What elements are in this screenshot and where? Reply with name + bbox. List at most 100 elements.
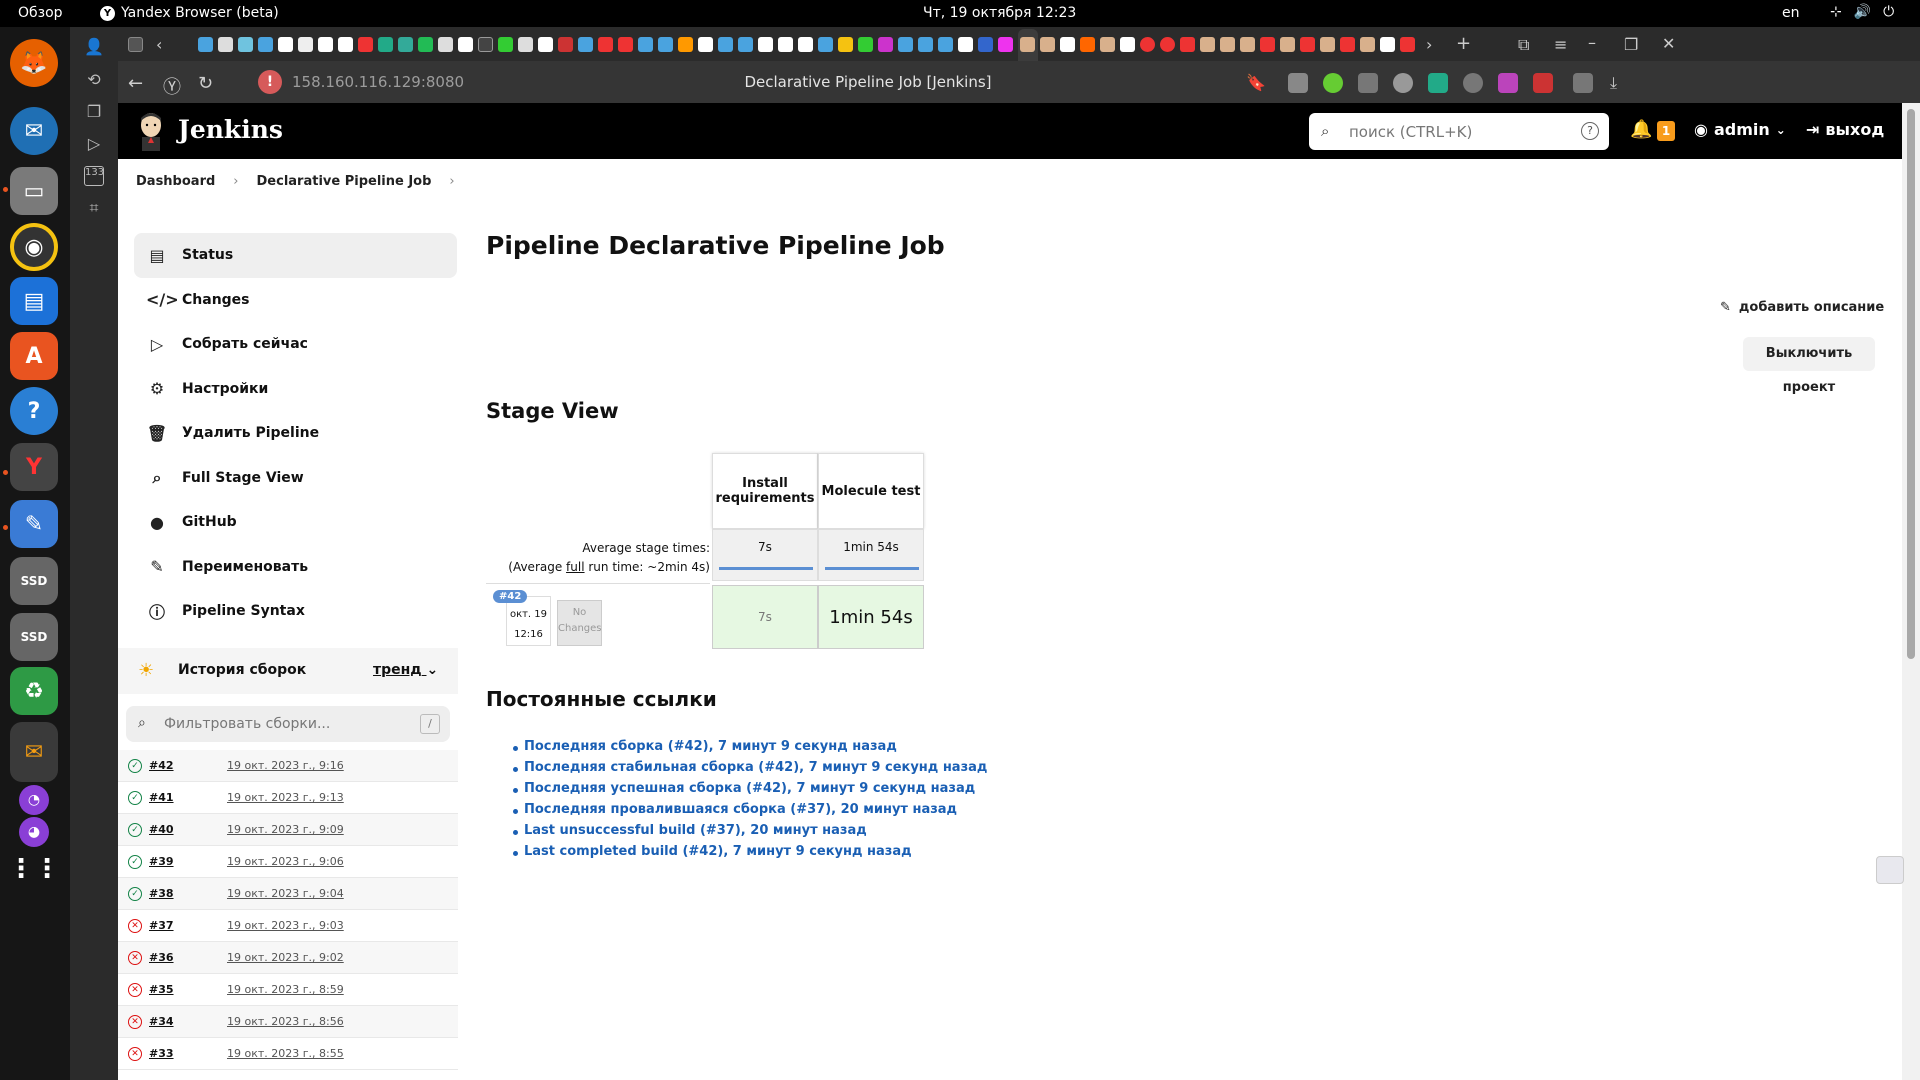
rhythmbox-icon[interactable]: ◉: [10, 223, 58, 271]
tab-favicon[interactable]: [978, 37, 993, 52]
run-card[interactable]: окт. 19 12:16: [506, 596, 551, 646]
tab-favicon[interactable]: [1280, 37, 1295, 52]
build-date[interactable]: 19 окт. 2023 г., 8:55: [227, 1047, 344, 1060]
stage-cell-molecule[interactable]: 1min 54s: [818, 585, 924, 649]
new-tab-icon[interactable]: +: [1456, 33, 1471, 54]
tab-favicon[interactable]: [638, 37, 653, 52]
collections-icon[interactable]: ❐: [84, 102, 104, 122]
build-number[interactable]: #33: [149, 1047, 227, 1060]
breadcrumb-dashboard[interactable]: Dashboard: [136, 174, 215, 189]
tab-scroll-right-icon[interactable]: ›: [1426, 35, 1432, 54]
build-number[interactable]: #42: [149, 759, 227, 772]
tab-favicon[interactable]: [418, 37, 433, 52]
build-row[interactable]: ✕ #33 19 окт. 2023 г., 8:55: [118, 1038, 458, 1070]
extension-icon[interactable]: [1428, 73, 1448, 93]
tab-favicon[interactable]: [1140, 37, 1155, 52]
extension-icon[interactable]: [1358, 73, 1378, 93]
ssd-drive-icon[interactable]: SSD: [10, 557, 58, 605]
tab-favicon[interactable]: [718, 37, 733, 52]
build-number[interactable]: #41: [149, 791, 227, 804]
build-row[interactable]: ✓ #42 19 окт. 2023 г., 9:16: [118, 750, 458, 782]
extension-icon[interactable]: [1323, 73, 1343, 93]
extensions-menu-icon[interactable]: [1573, 73, 1593, 93]
screenshot-icon[interactable]: ⌗: [84, 198, 104, 218]
build-row[interactable]: ✕ #36 19 окт. 2023 г., 9:02: [118, 942, 458, 974]
task-github[interactable]: ● GitHub: [134, 500, 457, 545]
tab-favicon[interactable]: [778, 37, 793, 52]
build-number[interactable]: #38: [149, 887, 227, 900]
build-date[interactable]: 19 окт. 2023 г., 9:09: [227, 823, 344, 836]
jenkins-brand[interactable]: Jenkins: [178, 115, 283, 144]
task-status[interactable]: ▤ Status: [134, 233, 457, 278]
build-number[interactable]: #40: [149, 823, 227, 836]
tab-favicon[interactable]: [598, 37, 613, 52]
mail-stack-icon[interactable]: ✉: [10, 722, 58, 782]
tab-favicon[interactable]: [858, 37, 873, 52]
app-center-icon[interactable]: A: [10, 332, 58, 380]
tab-favicon[interactable]: [998, 37, 1013, 52]
tab-favicon[interactable]: [1040, 37, 1055, 52]
firefox-icon[interactable]: 🦊: [10, 39, 58, 87]
help-icon[interactable]: ?: [10, 387, 58, 435]
build-row[interactable]: ✓ #41 19 окт. 2023 г., 9:13: [118, 782, 458, 814]
permalink-item[interactable]: Last unsuccessful build (#37), 20 минут …: [512, 823, 987, 844]
extension-icon[interactable]: [1533, 73, 1553, 93]
page-scrollbar[interactable]: [1902, 103, 1920, 1080]
thunderbird-icon[interactable]: ✉: [10, 107, 58, 155]
build-number[interactable]: #34: [149, 1015, 227, 1028]
tab-favicon[interactable]: [278, 37, 293, 52]
stage-cell-install[interactable]: 7s: [712, 585, 818, 649]
tab-favicon[interactable]: [698, 37, 713, 52]
tab-favicon[interactable]: [558, 37, 573, 52]
breadcrumb-job[interactable]: Declarative Pipeline Job: [257, 174, 432, 189]
build-date[interactable]: 19 окт. 2023 г., 8:59: [227, 983, 344, 996]
tab-favicon[interactable]: [438, 37, 453, 52]
files-icon[interactable]: ▭: [10, 167, 58, 215]
add-description-link[interactable]: ✎ добавить описание: [1720, 300, 1884, 315]
tab-favicon[interactable]: [1060, 37, 1075, 52]
tab-favicon[interactable]: [1100, 37, 1115, 52]
extension-icon[interactable]: [1288, 73, 1308, 93]
tab-favicon[interactable]: [358, 37, 373, 52]
build-row[interactable]: ✕ #34 19 окт. 2023 г., 8:56: [118, 1006, 458, 1038]
minimize-icon[interactable]: –: [1588, 33, 1596, 52]
jenkins-logo-icon[interactable]: [136, 111, 166, 151]
tab-favicon[interactable]: [958, 37, 973, 52]
permalink-item[interactable]: Последняя провалившаяся сборка (#37), 20…: [512, 802, 987, 823]
tab-favicon[interactable]: [198, 37, 213, 52]
tab-favicon[interactable]: [618, 37, 633, 52]
tab-favicon[interactable]: [378, 37, 393, 52]
tab-favicon[interactable]: [1240, 37, 1255, 52]
tab-favicon[interactable]: [238, 37, 253, 52]
tab-favicon[interactable]: [898, 37, 913, 52]
build-date[interactable]: 19 окт. 2023 г., 9:13: [227, 791, 344, 804]
search-input[interactable]: поиск (CTRL+K): [1349, 123, 1472, 141]
app-menu[interactable]: Y Yandex Browser (beta): [100, 5, 279, 21]
tab-favicon[interactable]: [758, 37, 773, 52]
build-number[interactable]: #37: [149, 919, 227, 932]
close-icon[interactable]: ✕: [1662, 34, 1675, 53]
build-row[interactable]: ✕ #37 19 окт. 2023 г., 9:03: [118, 910, 458, 942]
build-row[interactable]: ✓ #39 19 окт. 2023 г., 9:06: [118, 846, 458, 878]
notification-badge[interactable]: 1: [1657, 121, 1675, 141]
yandex-browser-icon[interactable]: Y: [10, 443, 58, 491]
filter-input[interactable]: Фильтровать сборки...: [164, 716, 330, 732]
tab-favicon[interactable]: [478, 37, 493, 52]
tab-favicon[interactable]: [658, 37, 673, 52]
system-tray[interactable]: ⊹ 🔊 ⏻: [1830, 4, 1894, 20]
trend-link[interactable]: тренд ⌄: [373, 662, 438, 678]
build-row[interactable]: ✓ #38 19 окт. 2023 г., 9:04: [118, 878, 458, 910]
tab-favicon[interactable]: [938, 37, 953, 52]
extension-icon[interactable]: [1498, 73, 1518, 93]
alice-icon[interactable]: ◔: [19, 785, 49, 815]
tab-favicon[interactable]: [318, 37, 333, 52]
extension-icon[interactable]: [1393, 73, 1413, 93]
tab-favicon[interactable]: [218, 37, 233, 52]
tab-favicon[interactable]: [1260, 37, 1275, 52]
avg-full-word[interactable]: full: [566, 560, 585, 574]
tab-favicon[interactable]: [498, 37, 513, 52]
build-number[interactable]: #39: [149, 855, 227, 868]
tab-favicon[interactable]: [678, 37, 693, 52]
text-editor-icon[interactable]: ✎: [10, 500, 58, 548]
build-filter[interactable]: ⌕ Фильтровать сборки... /: [126, 706, 450, 742]
